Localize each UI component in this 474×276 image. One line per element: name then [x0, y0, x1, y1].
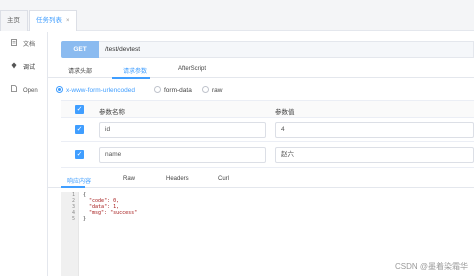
tab-home[interactable]: 主页: [0, 10, 28, 31]
select-all-checkbox[interactable]: ✓: [75, 105, 84, 114]
active-tab-indicator: [112, 77, 150, 79]
radio-raw[interactable]: raw: [202, 86, 222, 94]
sidebar-item-docs[interactable]: 文档: [0, 34, 47, 56]
code-line: }: [83, 216, 87, 222]
radio-urlencoded[interactable]: x-www-form-urlencoded: [56, 86, 135, 94]
close-icon[interactable]: ×: [66, 18, 70, 24]
request-url-row: GET /test/devtest: [61, 41, 474, 58]
radio-label: raw: [212, 87, 223, 94]
method-select-button[interactable]: GET: [61, 41, 99, 58]
tab-request-headers[interactable]: 请求头部: [68, 66, 92, 75]
column-header-name: 参数名称: [99, 109, 125, 116]
param-value-input[interactable]: 赵六: [275, 147, 474, 163]
column-header-value: 参数值: [275, 109, 295, 116]
tab-after-script[interactable]: AfterScript: [178, 66, 206, 72]
table-header-row: ✓ 参数名称 参数值: [61, 100, 474, 118]
radio-label: x-www-form-urlencoded: [66, 87, 135, 94]
open-file-icon: [10, 80, 18, 102]
watermark: CSDN @墨着染霜华: [394, 262, 468, 271]
sidebar: 文档 调试 Open: [0, 32, 48, 276]
radio-unchecked-icon: [154, 86, 161, 93]
radio-label: form-data: [164, 87, 192, 94]
active-tab-indicator: [61, 186, 85, 188]
tab-task-list[interactable]: 任务列表 ×: [29, 10, 77, 31]
param-name-input[interactable]: name: [99, 147, 266, 163]
param-value-input[interactable]: 4: [275, 122, 474, 138]
radio-checked-icon: [56, 86, 63, 93]
table-row: ✓ name 赵六: [61, 142, 474, 168]
tab-response-curl[interactable]: Curl: [218, 176, 229, 182]
body-type-radio-group: x-www-form-urlencoded form-data raw: [56, 86, 356, 96]
tab-response-content[interactable]: 响应内容: [67, 176, 91, 185]
tab-request-params[interactable]: 请求参数: [123, 66, 147, 75]
sidebar-item-open[interactable]: Open: [0, 80, 47, 102]
sidebar-item-debug[interactable]: 调试: [0, 57, 47, 79]
table-row: ✓ id 4: [61, 118, 474, 142]
line-number-gutter: 1 2 3 4 5: [61, 192, 79, 276]
debug-icon: [10, 57, 18, 79]
tab-home-label: 主页: [7, 17, 20, 24]
url-input[interactable]: /test/devtest: [99, 41, 474, 58]
radio-form-data[interactable]: form-data: [154, 86, 192, 94]
response-tabs: 响应内容 Raw Headers Curl: [48, 174, 474, 188]
main-panel: GET /test/devtest 请求头部 请求参数 AfterScript …: [48, 32, 474, 276]
row-checkbox[interactable]: ✓: [75, 125, 84, 134]
tab-task-list-label: 任务列表: [36, 17, 62, 24]
document-icon: [10, 34, 18, 56]
code-line: "msg": "success": [83, 210, 138, 216]
tab-response-raw[interactable]: Raw: [123, 176, 135, 182]
param-name-input[interactable]: id: [99, 122, 266, 138]
top-tab-bar: 主页 任务列表 ×: [0, 0, 474, 31]
sidebar-item-label: 调试: [23, 65, 36, 71]
radio-unchecked-icon: [202, 86, 209, 93]
row-checkbox[interactable]: ✓: [75, 150, 84, 159]
sidebar-item-label: 文档: [23, 42, 36, 48]
tab-response-headers[interactable]: Headers: [166, 176, 189, 182]
line-number: 5: [71, 216, 75, 222]
sidebar-item-label: Open: [23, 88, 38, 94]
request-tabs: 请求头部 请求参数 AfterScript: [48, 64, 474, 79]
